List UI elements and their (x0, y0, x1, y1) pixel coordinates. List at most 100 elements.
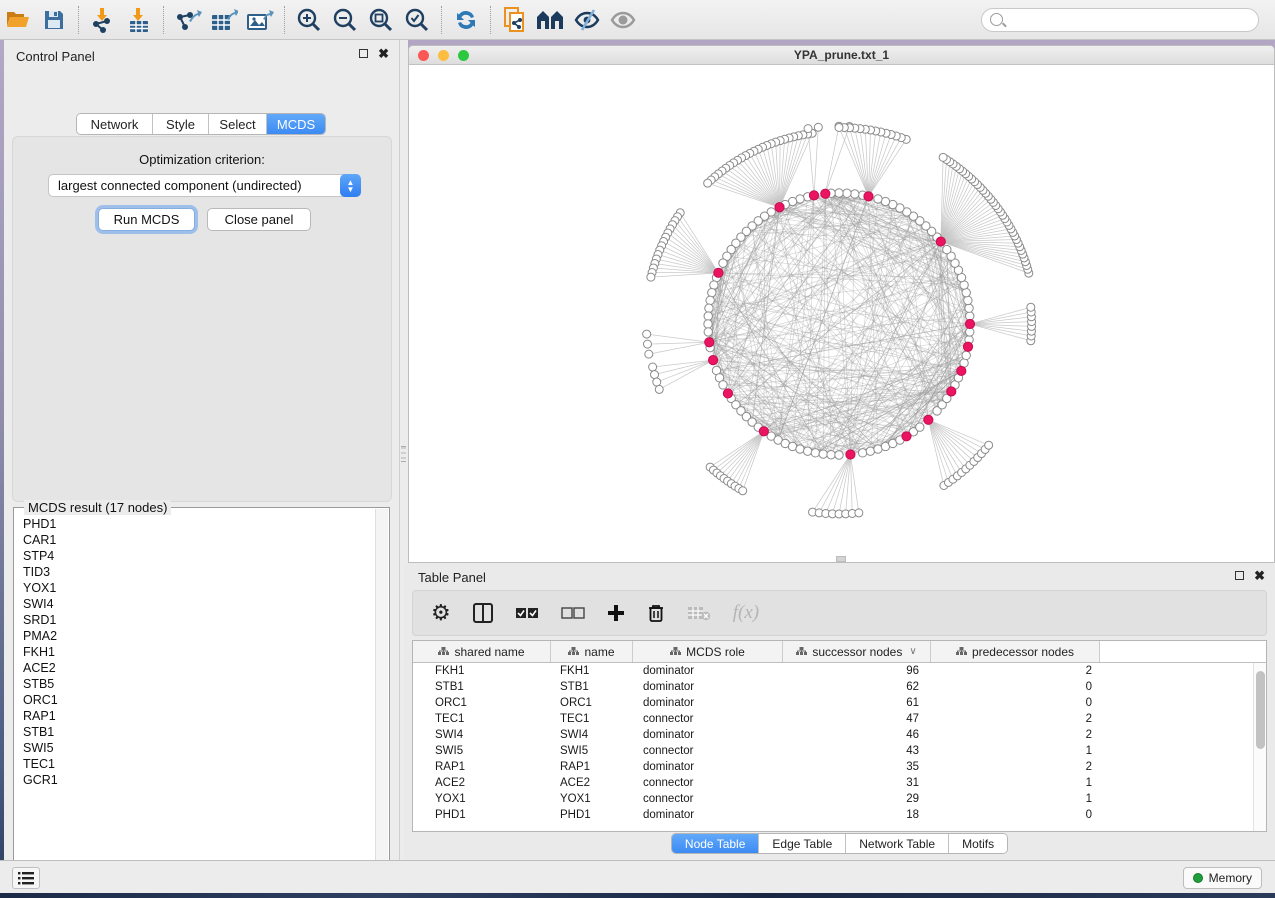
network-node[interactable] (704, 312, 712, 320)
mcds-result-item[interactable]: SWI4 (15, 596, 375, 612)
table-cell[interactable]: STB1 (551, 681, 633, 693)
tab-motifs[interactable]: Motifs (949, 834, 1007, 853)
network-graph[interactable] (409, 65, 1274, 562)
column-header-successor-nodes[interactable]: successor nodes∨ (783, 641, 931, 662)
table-row[interactable]: ORC1ORC1dominator610 (413, 695, 1266, 711)
network-node[interactable] (708, 288, 716, 296)
run-mcds-button[interactable]: Run MCDS (98, 208, 195, 231)
refresh-button[interactable] (448, 4, 484, 36)
mcds-result-item[interactable]: PHD1 (15, 516, 375, 532)
tab-mcds[interactable]: MCDS (267, 114, 325, 134)
table-cell[interactable]: 2 (931, 729, 1100, 741)
create-column-button[interactable] (607, 598, 625, 628)
minimize-window-icon[interactable] (438, 50, 449, 61)
maximize-window-icon[interactable] (458, 50, 469, 61)
column-header-predecessor-nodes[interactable]: predecessor nodes (931, 641, 1100, 662)
network-leaf-node[interactable] (804, 125, 812, 133)
network-node[interactable] (964, 296, 972, 304)
scrollbar-thumb[interactable] (1256, 671, 1265, 749)
network-node[interactable] (843, 189, 851, 197)
mcds-hub-node[interactable] (723, 389, 732, 398)
table-cell[interactable]: connector (633, 777, 783, 789)
table-cell[interactable]: 18 (783, 809, 931, 821)
zoom-fit-button[interactable] (363, 4, 399, 36)
table-cell[interactable]: TEC1 (413, 713, 551, 725)
table-cell[interactable]: PHD1 (551, 809, 633, 821)
network-node[interactable] (819, 450, 827, 458)
column-header-MCDS-role[interactable]: MCDS role (633, 641, 783, 662)
network-leaf-node[interactable] (704, 179, 712, 187)
network-node[interactable] (811, 449, 819, 457)
table-cell[interactable]: 43 (783, 745, 931, 757)
network-node[interactable] (858, 449, 866, 457)
mcds-result-item[interactable]: GCR1 (15, 772, 375, 788)
table-cell[interactable]: 1 (931, 745, 1100, 757)
table-cell[interactable]: connector (633, 745, 783, 757)
network-node[interactable] (916, 423, 924, 431)
zoom-selected-button[interactable] (399, 4, 435, 36)
mcds-result-item[interactable]: ORC1 (15, 692, 375, 708)
table-cell[interactable]: 2 (931, 665, 1100, 677)
network-window-titlebar[interactable]: YPA_prune.txt_1 (409, 46, 1274, 65)
table-cell[interactable]: ACE2 (413, 777, 551, 789)
open-session-button[interactable] (0, 4, 36, 36)
zoom-out-button[interactable] (327, 4, 363, 36)
mcds-hub-node[interactable] (759, 427, 768, 436)
import-table-button[interactable] (121, 4, 157, 36)
network-leaf-node[interactable] (739, 487, 747, 495)
mcds-result-item[interactable]: STB1 (15, 724, 375, 740)
mcds-hub-node[interactable] (902, 432, 911, 441)
float-panel-icon[interactable] (359, 49, 368, 58)
table-cell[interactable]: 2 (931, 713, 1100, 725)
table-cell[interactable]: FKH1 (551, 665, 633, 677)
table-cell[interactable]: TEC1 (551, 713, 633, 725)
table-cell[interactable]: YOX1 (551, 793, 633, 805)
mcds-result-item[interactable]: SWI5 (15, 740, 375, 756)
network-leaf-node[interactable] (647, 273, 655, 281)
new-network-from-selection-button[interactable] (497, 4, 533, 36)
mcds-hub-node[interactable] (965, 319, 974, 328)
table-cell[interactable]: 61 (783, 697, 931, 709)
network-node[interactable] (835, 451, 843, 459)
network-node[interactable] (704, 320, 712, 328)
mcds-hub-node[interactable] (809, 191, 818, 200)
first-neighbors-button[interactable] (533, 4, 569, 36)
table-cell[interactable]: STB1 (413, 681, 551, 693)
float-panel-icon[interactable] (1235, 571, 1244, 580)
table-cell[interactable]: dominator (633, 697, 783, 709)
network-leaf-node[interactable] (653, 378, 661, 386)
table-cell[interactable]: RAP1 (413, 761, 551, 773)
network-node[interactable] (803, 447, 811, 455)
tab-select[interactable]: Select (209, 114, 267, 134)
network-node[interactable] (719, 381, 727, 389)
mcds-result-item[interactable]: SRD1 (15, 612, 375, 628)
mcds-result-item[interactable]: ACE2 (15, 660, 375, 676)
search-input[interactable] (1003, 13, 1233, 27)
table-cell[interactable]: 96 (783, 665, 931, 677)
network-leaf-node[interactable] (1027, 303, 1035, 311)
mcds-result-list[interactable]: PHD1CAR1STP4TID3YOX1SWI4SRD1PMA2FKH1ACE2… (15, 516, 375, 876)
horizontal-splitter-grip[interactable] (836, 556, 846, 562)
tab-network-table[interactable]: Network Table (846, 834, 949, 853)
mcds-hub-node[interactable] (705, 338, 714, 347)
close-panel-icon[interactable]: ✖ (1254, 571, 1265, 580)
network-leaf-node[interactable] (651, 371, 659, 379)
network-node[interactable] (962, 351, 970, 359)
table-row[interactable]: SWI5SWI5connector431 (413, 743, 1266, 759)
splitter-grip[interactable] (401, 446, 406, 462)
table-cell[interactable]: 1 (931, 793, 1100, 805)
network-leaf-node[interactable] (643, 340, 651, 348)
table-cell[interactable]: ORC1 (413, 697, 551, 709)
zoom-in-button[interactable] (291, 4, 327, 36)
table-cell[interactable]: dominator (633, 729, 783, 741)
table-row[interactable]: ACE2ACE2connector311 (413, 775, 1266, 791)
network-leaf-node[interactable] (814, 123, 822, 131)
select-all-columns-button[interactable] (515, 598, 539, 628)
column-header-name[interactable]: name (551, 641, 633, 662)
mcds-hub-node[interactable] (936, 237, 945, 246)
close-panel-icon[interactable]: ✖ (378, 49, 389, 58)
table-cell[interactable]: SWI5 (551, 745, 633, 757)
function-builder-button[interactable]: f(x) (733, 598, 759, 628)
tab-network[interactable]: Network (77, 114, 153, 134)
network-node[interactable] (710, 281, 718, 289)
